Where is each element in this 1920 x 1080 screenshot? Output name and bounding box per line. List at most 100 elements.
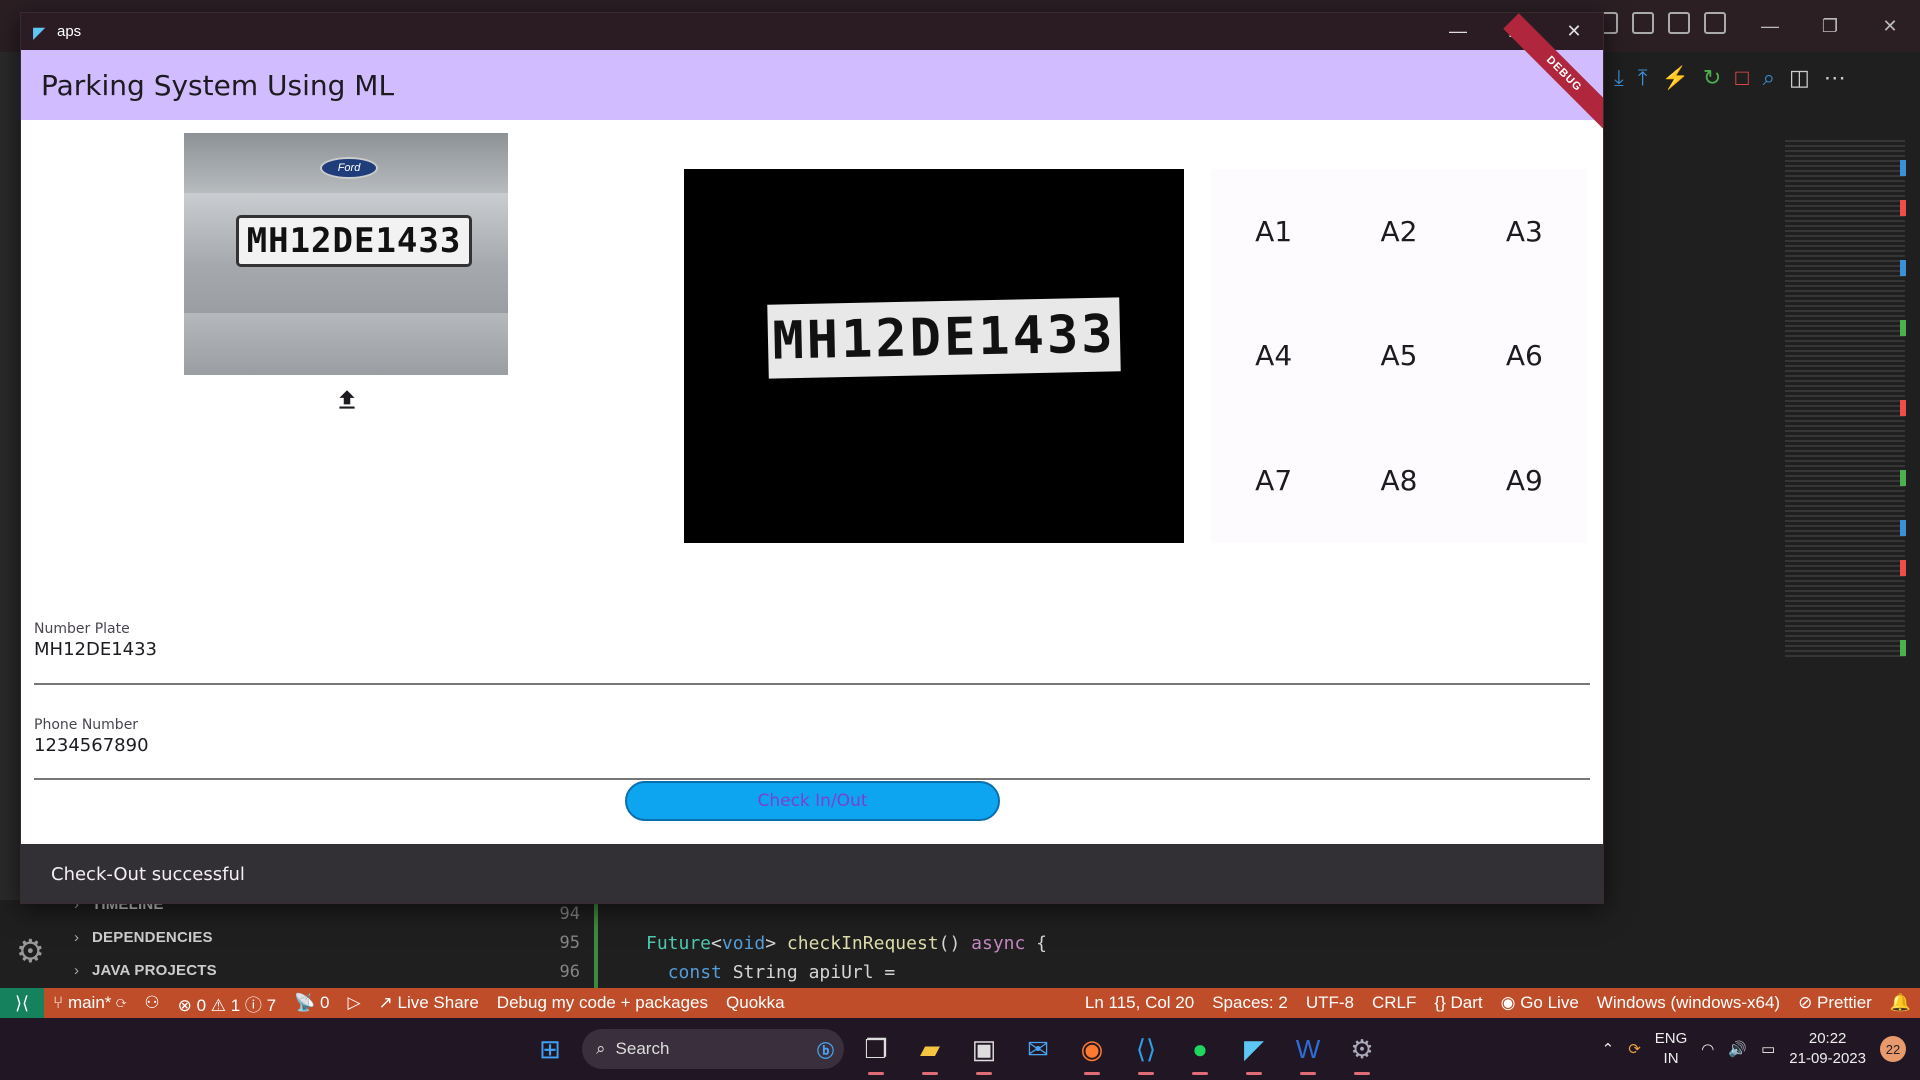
taskbar-search[interactable]: ⌕ Search ⓑ bbox=[582, 1029, 844, 1069]
flutter-app-icon[interactable]: ◤ bbox=[1232, 1027, 1276, 1075]
chevron-right-icon: › bbox=[74, 929, 80, 946]
number-plate-field[interactable]: Number Plate MH12DE1433 bbox=[34, 621, 1590, 685]
code-line-96: const String apiUrl = bbox=[667, 962, 896, 983]
flutter-app-window: ◤ aps — ☐ ✕ Parking System Using ML DEBU… bbox=[20, 12, 1604, 904]
language-mode[interactable]: {} Dart bbox=[1425, 993, 1491, 1013]
page-title: Parking System Using ML bbox=[41, 68, 395, 102]
close-icon[interactable]: ✕ bbox=[1860, 0, 1920, 52]
remote-indicator-icon[interactable]: ⟩⟨ bbox=[0, 988, 44, 1018]
code-editor[interactable]: Future<void> checkInRequest() async { co… bbox=[646, 900, 1047, 987]
sync-status-icon[interactable]: ⟳ bbox=[1628, 1040, 1641, 1058]
git-change-indicator bbox=[594, 900, 598, 988]
clock[interactable]: 20:22 21-09-2023 bbox=[1789, 1029, 1866, 1069]
live-share-button[interactable]: ↗ Live Share bbox=[370, 993, 488, 1013]
parking-slot: A1 bbox=[1255, 214, 1293, 248]
gear-icon[interactable]: ⚙ bbox=[16, 932, 45, 970]
car-license-plate: MH12DE1433 bbox=[236, 215, 472, 267]
customize-layout-icon[interactable] bbox=[1704, 12, 1726, 34]
windows-taskbar: ⊞ ⌕ Search ⓑ ❐ ▰ ▣ ✉ ◉ ⟨⟩ ● ◤ W ⚙ ⌃ ⟳ EN… bbox=[0, 1018, 1920, 1080]
parking-slot: A2 bbox=[1380, 214, 1418, 248]
snackbar: Check-Out successful bbox=[21, 844, 1603, 903]
parking-slot: A3 bbox=[1505, 214, 1543, 248]
debug-config[interactable]: Debug my code + packages bbox=[488, 993, 717, 1013]
git-graph-icon[interactable]: ⚇ bbox=[135, 993, 168, 1013]
split-editor-icon[interactable]: ◫ bbox=[1789, 67, 1810, 89]
devtools-icon[interactable]: ⌕ bbox=[1763, 67, 1775, 89]
device-selector[interactable]: Windows (windows-x64) bbox=[1588, 993, 1789, 1013]
battery-icon[interactable]: ▭ bbox=[1761, 1040, 1775, 1058]
file-explorer-icon[interactable]: ▰ bbox=[908, 1027, 952, 1075]
phone-number-field[interactable]: Phone Number 1234567890 bbox=[34, 717, 1590, 780]
spotify-icon[interactable]: ● bbox=[1178, 1027, 1222, 1075]
more-actions-icon[interactable]: ⋯ bbox=[1824, 67, 1846, 89]
scrollbar-markers bbox=[1900, 140, 1908, 780]
minimize-icon[interactable]: — bbox=[1429, 13, 1487, 50]
debug-toolbar: ⤓ ⤒ ⚡ ↻ □ ⌕ ◫ ⋯ bbox=[1602, 58, 1902, 98]
phone-number-input[interactable]: 1234567890 bbox=[34, 735, 1590, 756]
minimize-icon[interactable]: — bbox=[1740, 0, 1800, 52]
explorer-section-java-projects[interactable]: › JAVA PROJECTS bbox=[74, 962, 217, 979]
flutter-logo-icon: ◤ bbox=[33, 24, 46, 42]
parking-slot: A7 bbox=[1255, 464, 1293, 498]
word-icon[interactable]: W bbox=[1286, 1027, 1330, 1075]
vscode-icon[interactable]: ⟨⟩ bbox=[1124, 1027, 1168, 1075]
app-bar: Parking System Using ML bbox=[21, 50, 1603, 120]
car-photo: Ford MH12DE1433 bbox=[184, 133, 508, 375]
upload-icon[interactable] bbox=[334, 387, 360, 413]
close-icon[interactable]: ✕ bbox=[1545, 13, 1603, 50]
notification-badge[interactable]: 22 bbox=[1880, 1036, 1906, 1062]
car-bumper bbox=[184, 313, 508, 375]
step-into-icon[interactable]: ⤓ bbox=[1614, 67, 1624, 89]
git-branch[interactable]: ⑂ main* ⟳ bbox=[44, 993, 135, 1013]
explorer-section-dependencies[interactable]: › DEPENDENCIES bbox=[74, 929, 213, 946]
parking-slot: A4 bbox=[1255, 339, 1293, 373]
parking-slot: A5 bbox=[1380, 339, 1418, 373]
hot-reload-icon[interactable]: ⚡ bbox=[1661, 67, 1688, 89]
task-view-icon[interactable]: ❐ bbox=[854, 1027, 898, 1075]
restart-icon[interactable]: ↻ bbox=[1703, 67, 1721, 89]
window-title: aps bbox=[57, 23, 82, 40]
number-plate-label: Number Plate bbox=[34, 621, 130, 637]
detected-plate-image: MH12DE1433 bbox=[684, 169, 1184, 543]
firefox-icon[interactable]: ◉ bbox=[1070, 1027, 1114, 1075]
toggle-secondary-sidebar-icon[interactable] bbox=[1668, 12, 1690, 34]
minimap[interactable] bbox=[1785, 140, 1905, 660]
debug-run-icon[interactable]: ▷ bbox=[338, 993, 369, 1013]
parking-slot: A9 bbox=[1505, 464, 1543, 498]
status-bar: ⟩⟨ ⑂ main* ⟳ ⚇ ⊗ 0 ⚠ 1 ⓘ 7 📡 0 ▷ ↗ Live … bbox=[0, 988, 1920, 1018]
number-plate-input[interactable]: MH12DE1433 bbox=[34, 639, 1590, 660]
settings-icon[interactable]: ⚙ bbox=[1340, 1027, 1384, 1075]
layout-controls bbox=[1596, 12, 1726, 34]
input-language[interactable]: ENG IN bbox=[1655, 1029, 1688, 1069]
check-in-out-button[interactable]: Check In/Out bbox=[625, 781, 1000, 821]
taskbar-apps: ⊞ ⌕ Search ⓑ ❐ ▰ ▣ ✉ ◉ ⟨⟩ ● ◤ W ⚙ bbox=[528, 1018, 1384, 1080]
tray-overflow-icon[interactable]: ⌃ bbox=[1602, 1040, 1615, 1058]
wifi-icon[interactable]: ◠ bbox=[1701, 1040, 1714, 1058]
terminal-icon[interactable]: ▣ bbox=[962, 1027, 1006, 1075]
ports-indicator[interactable]: 📡 0 bbox=[285, 993, 338, 1013]
cursor-position[interactable]: Ln 115, Col 20 bbox=[1076, 993, 1203, 1013]
restore-icon[interactable]: ❐ bbox=[1800, 0, 1860, 52]
indentation[interactable]: Spaces: 2 bbox=[1203, 993, 1297, 1013]
stop-icon[interactable]: □ bbox=[1735, 67, 1748, 89]
volume-icon[interactable]: 🔊 bbox=[1728, 1040, 1747, 1058]
phone-number-label: Phone Number bbox=[34, 717, 139, 733]
go-live-button[interactable]: ◉ Go Live bbox=[1492, 993, 1588, 1013]
toggle-panel-icon[interactable] bbox=[1632, 12, 1654, 34]
car-brand-logo: Ford bbox=[320, 157, 378, 179]
quokka-button[interactable]: Quokka bbox=[717, 993, 794, 1013]
activity-bar bbox=[0, 52, 22, 988]
bing-icon: ⓑ bbox=[817, 1041, 834, 1061]
windows-start-icon[interactable]: ⊞ bbox=[528, 1027, 572, 1071]
notifications-bell-icon[interactable]: 🔔 bbox=[1881, 993, 1920, 1013]
system-tray: ⌃ ⟳ ENG IN ◠ 🔊 ▭ 20:22 21-09-2023 22 bbox=[1602, 1018, 1920, 1080]
sync-icon: ⟳ bbox=[116, 993, 127, 1012]
parking-slot: A8 bbox=[1380, 464, 1418, 498]
step-out-icon[interactable]: ⤒ bbox=[1638, 67, 1648, 89]
line-ending[interactable]: CRLF bbox=[1363, 993, 1425, 1013]
prettier-button[interactable]: ⊘ Prettier bbox=[1789, 993, 1881, 1013]
problems-indicator[interactable]: ⊗ 0 ⚠ 1 ⓘ 7 bbox=[169, 991, 286, 1016]
vscode-window-controls: — ❐ ✕ bbox=[1740, 0, 1920, 52]
mail-icon[interactable]: ✉ bbox=[1016, 1027, 1060, 1071]
encoding[interactable]: UTF-8 bbox=[1297, 993, 1363, 1013]
